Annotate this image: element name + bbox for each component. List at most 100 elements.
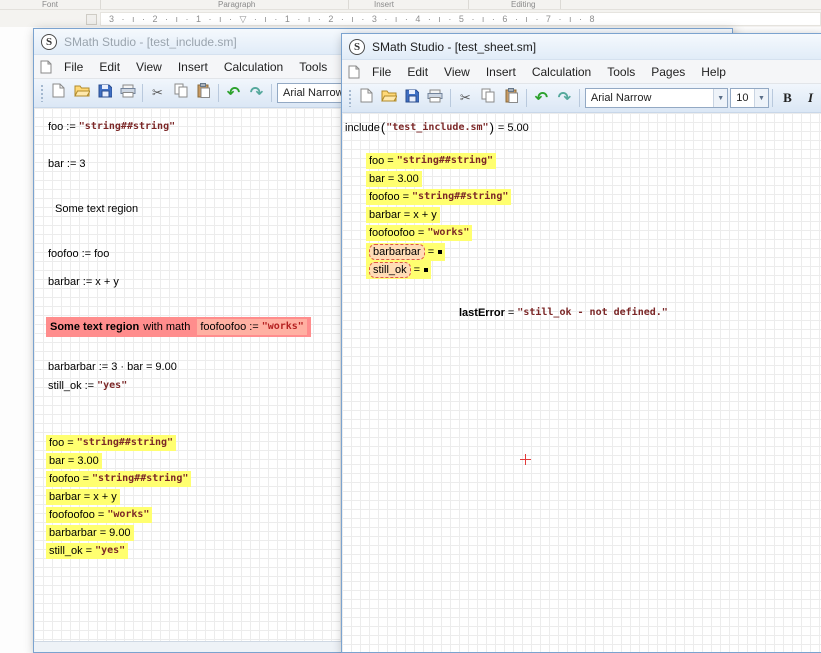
menu-view[interactable]: View <box>128 57 170 77</box>
undo-button[interactable]: ↶ <box>530 87 553 110</box>
menu-edit[interactable]: Edit <box>399 62 436 82</box>
equals-operator: = <box>498 121 504 135</box>
new-sheet-button[interactable] <box>355 87 378 110</box>
italic-label: I <box>808 90 813 106</box>
font-name-combobox[interactable]: Arial Narrow ▼ <box>585 88 728 108</box>
menu-view[interactable]: View <box>436 62 478 82</box>
math-region-def-still-ok[interactable]: still_ok := "yes" <box>48 379 127 393</box>
var-name: barbarbar <box>49 526 97 540</box>
string-value: "works" <box>427 226 469 240</box>
math-region-result[interactable]: bar = 3.00 <box>46 453 102 469</box>
menu-help[interactable]: Help <box>693 62 734 82</box>
equals-operator: = <box>403 190 409 204</box>
math-region-result[interactable]: foo = "string##string" <box>366 153 496 169</box>
undo-button[interactable]: ↶ <box>222 82 245 105</box>
paste-button[interactable] <box>192 82 215 105</box>
math-region-def-barbarbar[interactable]: barbarbar := 3 · bar = 9.00 <box>48 360 177 374</box>
math-region-result[interactable]: foo = "string##string" <box>46 435 176 451</box>
math-region-result[interactable]: foofoo = "string##string" <box>46 471 191 487</box>
redo-button[interactable]: ↷ <box>553 87 576 110</box>
math-region-def-foofoo[interactable]: foofoo := foo <box>48 247 109 261</box>
italic-button[interactable]: I <box>799 87 821 110</box>
menu-calculation[interactable]: Calculation <box>524 62 599 82</box>
var-name: foofoofoo <box>200 320 246 334</box>
math-region-def-foo[interactable]: foo := "string##string" <box>48 120 175 134</box>
equals-operator: = <box>84 490 90 504</box>
ruler-marks: 3 · ı · 2 · ı · 1 · ı · ▽ · ı · 1 · ı · … <box>101 14 596 25</box>
math-region-def-barbar[interactable]: barbar := x + y <box>48 275 119 289</box>
math-region-result[interactable]: barbar = x + y <box>46 489 120 505</box>
text-region[interactable]: Some text region <box>55 202 138 216</box>
save-button[interactable] <box>401 87 424 110</box>
equals-operator: = <box>428 245 434 259</box>
title-bar[interactable]: S SMath Studio - [test_sheet.sm] <box>342 34 821 60</box>
font-size-combobox[interactable]: 10 ▼ <box>730 88 769 108</box>
undo-arrow-icon: ↶ <box>535 90 548 106</box>
equals-operator: = <box>83 472 89 486</box>
font-size-value: 10 <box>731 92 754 104</box>
copy-button[interactable] <box>169 82 192 105</box>
toolbar-grip[interactable] <box>348 89 352 107</box>
string-value: "string##string" <box>412 190 508 204</box>
redo-button[interactable]: ↷ <box>245 82 268 105</box>
cut-button[interactable]: ✂ <box>454 87 477 110</box>
copy-pages-icon <box>481 88 495 108</box>
paste-button[interactable] <box>500 87 523 110</box>
menu-tools[interactable]: Tools <box>291 57 335 77</box>
text-region-highlighted-red[interactable]: Some text region with math foofoofoo := … <box>46 317 311 337</box>
cut-button[interactable]: ✂ <box>146 82 169 105</box>
math-region-include[interactable]: include ( "test_include.sm" ) = 5.00 <box>345 121 529 135</box>
menu-file[interactable]: File <box>56 57 91 77</box>
number-value: 3.00 <box>397 172 418 186</box>
math-region-result[interactable]: foofoofoo = "works" <box>46 507 152 523</box>
menu-edit[interactable]: Edit <box>91 57 128 77</box>
menu-insert[interactable]: Insert <box>170 57 216 77</box>
var-name: still_ok <box>48 379 82 393</box>
open-button[interactable] <box>70 82 93 105</box>
equals-operator: = <box>86 544 92 558</box>
save-button[interactable] <box>93 82 116 105</box>
math-region-error[interactable]: barbarbar = <box>366 243 445 261</box>
math-region-result[interactable]: foofoo = "string##string" <box>366 189 511 205</box>
print-button[interactable] <box>424 87 447 110</box>
new-page-icon <box>52 83 65 103</box>
undefined-var-name: still_ok <box>369 262 411 278</box>
math-region-def-bar[interactable]: bar := 3 <box>48 157 86 171</box>
number-value: 3.00 <box>77 454 98 468</box>
copy-button[interactable] <box>477 87 500 110</box>
clipboard-icon <box>197 83 210 103</box>
assign-operator: := <box>66 120 75 134</box>
printer-icon <box>427 89 443 108</box>
string-value: "yes" <box>97 379 127 393</box>
window-test-sheet: S SMath Studio - [test_sheet.sm] File Ed… <box>341 33 821 653</box>
new-sheet-button[interactable] <box>47 82 70 105</box>
redo-arrow-icon: ↷ <box>558 90 571 106</box>
scissors-icon: ✂ <box>460 92 471 105</box>
math-region-result[interactable]: foofoofoo = "works" <box>366 225 472 241</box>
ribbon-separator <box>100 0 101 9</box>
toolbar-grip[interactable] <box>40 84 44 102</box>
math-region-last-error[interactable]: lastError = "still_ok - not defined." <box>459 306 668 320</box>
math-region-error[interactable]: still_ok = <box>366 261 431 279</box>
text-bold: Some text region <box>50 320 139 334</box>
menu-tools[interactable]: Tools <box>599 62 643 82</box>
inline-math-region: foofoofoo := "works" <box>197 319 307 335</box>
worksheet[interactable]: include ( "test_include.sm" ) = 5.00 foo… <box>342 113 821 652</box>
expression-value: x + y <box>413 208 437 222</box>
math-region-result[interactable]: barbar = x + y <box>366 207 440 223</box>
empty-placeholder-icon <box>424 268 428 272</box>
menu-pages[interactable]: Pages <box>643 62 693 82</box>
equals-operator: = <box>146 360 152 374</box>
menu-file[interactable]: File <box>364 62 399 82</box>
math-region-result[interactable]: barbarbar = 9.00 <box>46 525 134 541</box>
math-region-result[interactable]: bar = 3.00 <box>366 171 422 187</box>
open-button[interactable] <box>378 87 401 110</box>
menu-calculation[interactable]: Calculation <box>216 57 291 77</box>
print-button[interactable] <box>116 82 139 105</box>
ruler-tab-selector[interactable] <box>86 14 97 25</box>
bold-button[interactable]: B <box>776 87 799 110</box>
menu-insert[interactable]: Insert <box>478 62 524 82</box>
ribbon-group-labels: Font Paragraph Insert Editing <box>0 0 821 10</box>
var-name: barbar <box>369 208 401 222</box>
math-region-result[interactable]: still_ok = "yes" <box>46 543 128 559</box>
